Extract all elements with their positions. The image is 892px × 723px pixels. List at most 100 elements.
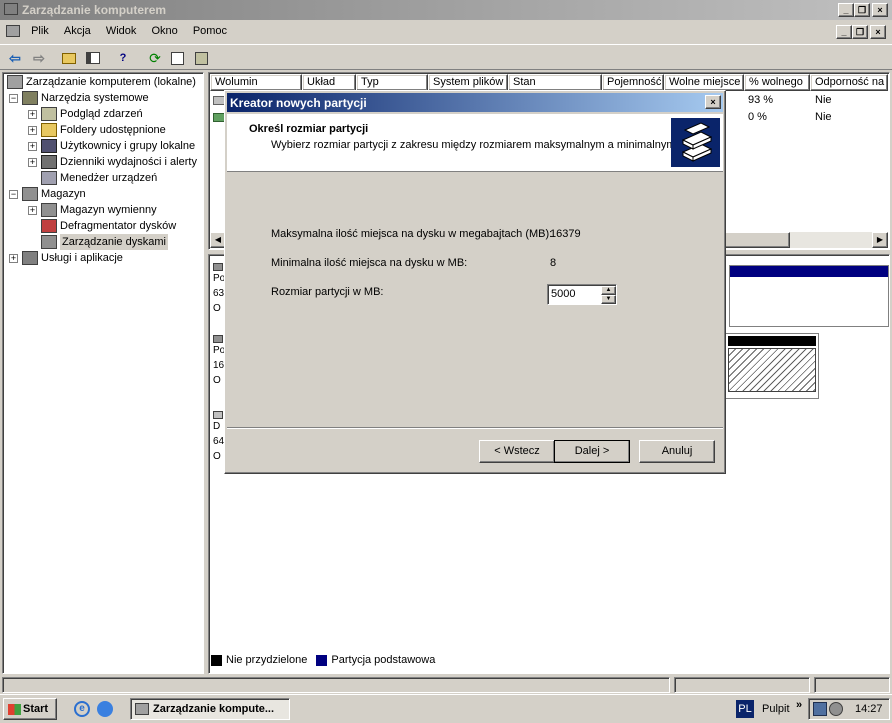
toolbar: ⇦ ⇨ ? ⟳ [0, 44, 892, 70]
start-label: Start [23, 703, 49, 715]
taskbar: Start e Zarządzanie kompute... PL Pulpit… [0, 694, 892, 723]
tree-item-users-groups[interactable]: + Użytkownicy i grupy lokalne [28, 138, 195, 154]
col-header-capacity[interactable]: Pojemność [602, 74, 664, 91]
child-close-button[interactable]: × [870, 25, 886, 39]
tree-item-system-tools[interactable]: − Narzędzia systemowe [9, 90, 149, 106]
unallocated-space[interactable] [725, 333, 819, 399]
language-indicator[interactable]: PL [736, 700, 754, 718]
menu-plik[interactable]: Plik [25, 22, 55, 40]
menu-bar: Plik Akcja Widok Okno Pomoc _ ❐ × [0, 22, 892, 42]
menu-okno[interactable]: Okno [145, 22, 183, 40]
tools-icon [22, 91, 38, 105]
taskbar-window-button[interactable]: Zarządzanie kompute... [130, 698, 290, 720]
menu-akcja[interactable]: Akcja [58, 22, 97, 40]
stepper-up-button[interactable]: ▲ [601, 286, 616, 295]
menu-widok[interactable]: Widok [100, 22, 143, 40]
volume-icon[interactable] [829, 702, 843, 716]
cancel-wizard-button[interactable]: Anuluj [639, 440, 715, 463]
pct-free-cell: 93 % [748, 94, 774, 106]
help-icon[interactable]: ? [112, 47, 134, 69]
fault-tolerance-cell: Nie [815, 94, 832, 106]
partition-size-label: Rozmiar partycji w MB: [271, 286, 384, 298]
expand-icon[interactable]: + [28, 157, 37, 167]
disk-0-partition[interactable] [729, 265, 889, 327]
unallocated-hatch [728, 348, 816, 392]
expand-icon[interactable]: + [28, 125, 37, 135]
computer-icon [7, 75, 23, 89]
maximize-button[interactable]: ❐ [854, 3, 870, 17]
col-header-layout[interactable]: Układ [302, 74, 356, 91]
back-wizard-button[interactable]: < Wstecz [479, 440, 555, 463]
tree-pane: Zarządzanie komputerem (lokalne) − Narzę… [2, 72, 204, 674]
clock: 14:27 [855, 703, 883, 715]
toolbar-chevron-icon[interactable]: » [796, 699, 802, 711]
primary-partition-swatch [316, 654, 328, 666]
col-header-volume[interactable]: Wolumin [210, 74, 302, 91]
tree-item-defragmenter[interactable]: Defragmentator dysków [41, 218, 176, 234]
disk-stack-icon [671, 118, 720, 167]
quick-launch-ie-icon[interactable]: e [74, 701, 90, 717]
header-subtitle: Wybierz rozmiar partycji z zakresu międz… [271, 139, 679, 151]
dialog-title-bar: Kreator nowych partycji × [227, 93, 723, 112]
expand-icon[interactable]: + [28, 109, 37, 119]
event-viewer-icon [41, 107, 57, 121]
tree-item-storage[interactable]: − Magazyn [9, 186, 86, 202]
show-tree-icon[interactable] [82, 47, 104, 69]
services-icon [22, 251, 38, 265]
folder-icon [41, 123, 57, 137]
tree-item-shared-folders[interactable]: + Foldery udostępnione [28, 122, 166, 138]
col-header-type[interactable]: Typ [356, 74, 428, 91]
min-size-value: 8 [550, 257, 557, 269]
menu-pomoc[interactable]: Pomoc [187, 22, 233, 40]
tree-item-root[interactable]: Zarządzanie komputerem (lokalne) [7, 74, 196, 90]
properties-icon[interactable] [166, 47, 188, 69]
up-folder-icon[interactable] [58, 47, 80, 69]
status-pane-2 [674, 677, 810, 693]
col-header-filesystem[interactable]: System plików [428, 74, 508, 91]
start-button[interactable]: Start [3, 698, 57, 720]
stepper-down-button[interactable]: ▼ [601, 295, 616, 304]
col-header-fault-tolerance[interactable]: Odporność na u [810, 74, 888, 91]
back-button[interactable]: ⇦ [4, 47, 26, 69]
tree-item-services-apps[interactable]: + Usługi i aplikacje [9, 250, 123, 266]
child-restore-button[interactable]: ❐ [852, 25, 868, 39]
partition-size-stepper[interactable]: 5000 ▲ ▼ [547, 284, 617, 305]
min-size-label: Minimalna ilość miejsca na dysku w MB: [271, 257, 468, 269]
collapse-icon[interactable]: − [9, 93, 18, 103]
network-icon[interactable] [813, 702, 827, 716]
tree-item-perf-logs[interactable]: + Dzienniki wydajności i alerty [28, 154, 197, 170]
volume-list-header: Wolumin Układ Typ System plików Stan Poj… [210, 74, 888, 91]
col-header-pct-free[interactable]: % wolnego [744, 74, 810, 91]
dialog-close-button[interactable]: × [705, 95, 721, 109]
close-button[interactable]: × [872, 3, 888, 17]
perf-logs-icon [41, 155, 57, 169]
tree-item-event-viewer[interactable]: + Podgląd zdarzeń [28, 106, 143, 122]
cdrom-icon [213, 411, 223, 419]
wizard-header: Określ rozmiar partycji Wybierz rozmiar … [227, 114, 723, 172]
scroll-right-button[interactable]: ▶ [872, 232, 888, 248]
minimize-button[interactable]: _ [838, 3, 854, 17]
tree-item-disk-management[interactable]: Zarządzanie dyskami [41, 234, 168, 250]
expand-icon[interactable]: + [9, 253, 18, 263]
pct-free-cell: 0 % [748, 111, 767, 123]
partition-size-input[interactable]: 5000 [551, 288, 575, 300]
disk-icon [213, 263, 223, 271]
desktop-toolbar-label[interactable]: Pulpit [762, 703, 790, 715]
forward-button[interactable]: ⇨ [28, 47, 50, 69]
child-minimize-button[interactable]: _ [836, 25, 852, 39]
tree-item-device-manager[interactable]: Menedżer urządzeń [41, 170, 157, 186]
tree-item-removable-storage[interactable]: + Magazyn wymienny [28, 202, 157, 218]
dialog-title: Kreator nowych partycji [230, 96, 367, 110]
next-wizard-button[interactable]: Dalej > [554, 440, 630, 463]
refresh-icon[interactable]: ⟳ [144, 47, 166, 69]
col-header-free-space[interactable]: Wolne miejsce [664, 74, 744, 91]
legend: Nie przydzielone Partycja podstawowa [211, 651, 887, 669]
quick-launch-explorer-icon[interactable] [97, 701, 113, 717]
expand-icon[interactable]: + [28, 205, 37, 215]
export-list-icon[interactable] [190, 47, 212, 69]
col-header-status[interactable]: Stan [508, 74, 602, 91]
expand-icon[interactable]: + [28, 141, 37, 151]
collapse-icon[interactable]: − [9, 189, 18, 199]
header-title: Określ rozmiar partycji [249, 123, 369, 135]
partition-wizard-dialog: Kreator nowych partycji × Określ rozmiar… [224, 90, 726, 474]
